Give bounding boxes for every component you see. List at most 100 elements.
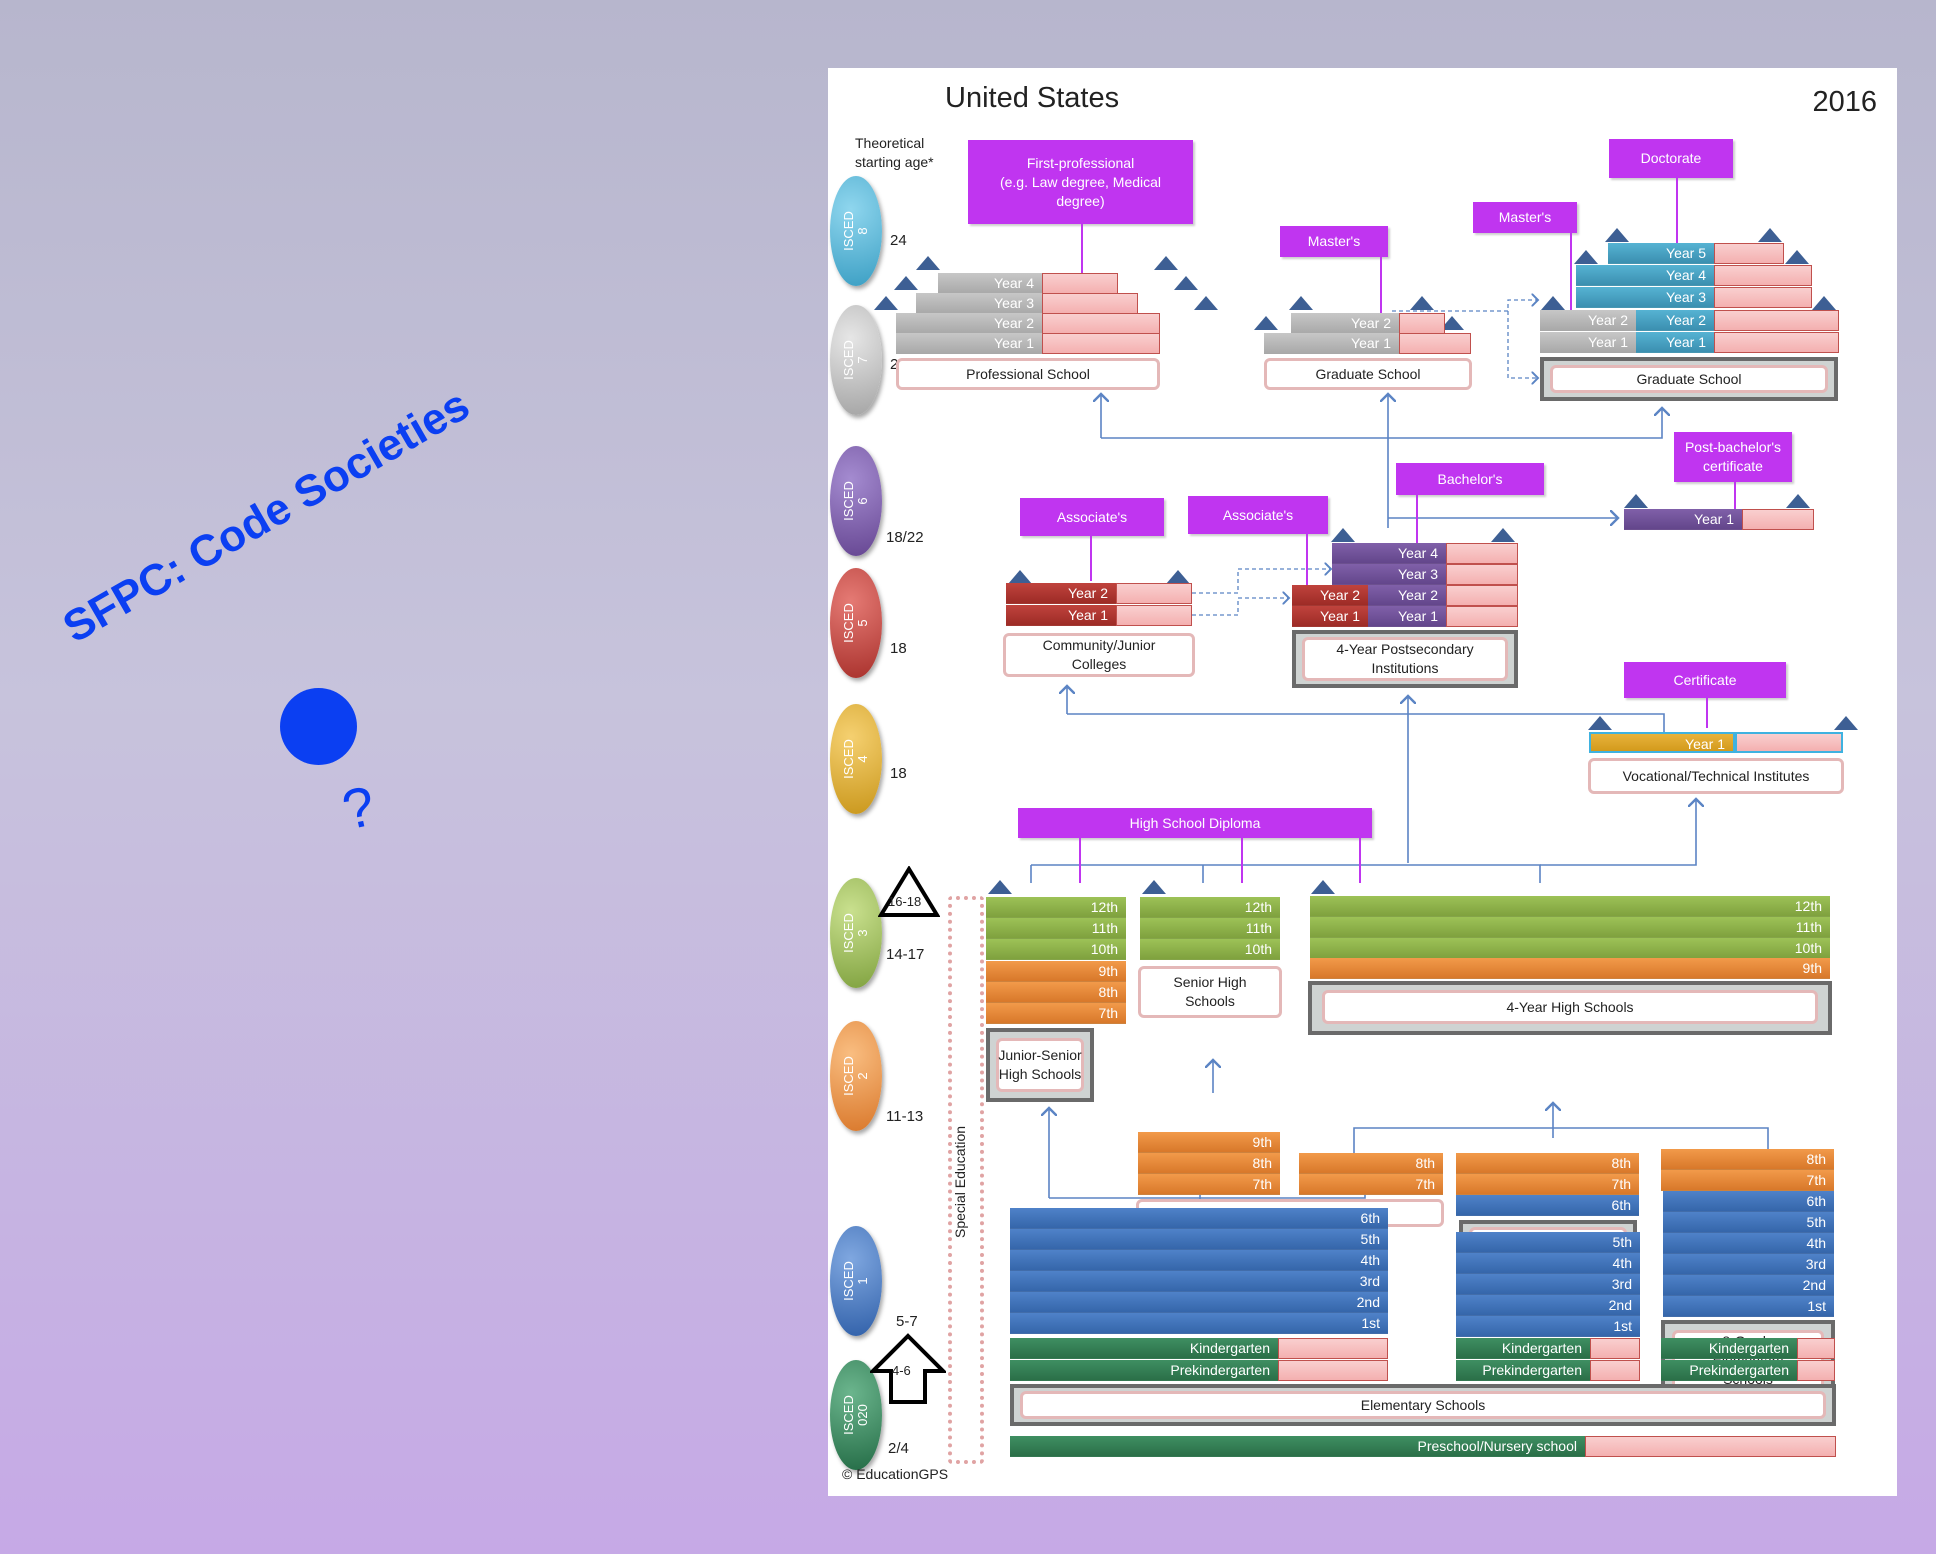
prof-year-1: Year 1	[896, 333, 1042, 354]
ms-grade-6: 6th	[1456, 1195, 1639, 1216]
duration-bar	[1590, 1338, 1640, 1359]
preschool-bar: Preschool/Nursery school	[1010, 1436, 1585, 1457]
doctorate-year-5: Year 5	[1608, 243, 1714, 264]
duration-bar	[1797, 1360, 1835, 1381]
8g-grade-1: 1st	[1663, 1296, 1834, 1317]
isced-2-badge: ISCED 2	[830, 1021, 882, 1131]
age-isced-8: 24	[890, 232, 907, 249]
professional-school: Professional School	[896, 358, 1160, 390]
triangle-icon	[1166, 570, 1190, 584]
triangle-icon	[1331, 528, 1355, 542]
4yhs-grade-9: 9th	[1310, 958, 1830, 979]
duration-bar	[1446, 564, 1518, 585]
copyright: © EducationGPS	[842, 1466, 949, 1482]
triangle-icon	[894, 276, 918, 290]
connector	[1676, 178, 1678, 253]
junior-senior-high-schools: Junior-Senior High Schools	[996, 1038, 1084, 1092]
degree-bachelors: Bachelor's	[1396, 463, 1544, 495]
triangle-icon	[1785, 250, 1809, 264]
connector	[1706, 698, 1708, 728]
age-isced-6: 18/22	[886, 529, 924, 546]
degree-first-professional: First-professional (e.g. Law degree, Med…	[968, 140, 1193, 224]
bachelor-year-4: Year 4	[1332, 543, 1446, 564]
transfer-year-1: Year 1	[1292, 606, 1368, 627]
senior-high-schools: Senior High Schools	[1138, 966, 1282, 1018]
8g-grade-8: 8th	[1661, 1149, 1834, 1170]
elem5-grade-3: 3rd	[1456, 1274, 1640, 1295]
age-isced-5: 18	[890, 640, 907, 657]
duration-bar	[1714, 243, 1784, 264]
triangle-icon	[1174, 276, 1198, 290]
doctorate-year-2: Year 2	[1636, 310, 1714, 331]
age-isced-2: 11-13	[886, 1108, 924, 1125]
duration-bar	[1714, 310, 1839, 331]
k-c: Kindergarten	[1661, 1338, 1797, 1359]
duration-bar	[1446, 606, 1518, 627]
duration-bar	[1797, 1338, 1835, 1359]
triangle-icon	[916, 256, 940, 270]
duration-bar	[1714, 332, 1839, 353]
ms-grade-8: 8th	[1456, 1153, 1639, 1174]
isced-8-badge: ISCED 8	[830, 176, 882, 286]
shs-grade-10: 10th	[1140, 939, 1280, 960]
elem-grade-5: 5th	[1010, 1229, 1388, 1250]
shs-grade-12: 12th	[1140, 897, 1280, 918]
isced-4-badge: ISCED 4	[830, 704, 882, 814]
year-label: 2016	[1812, 86, 1877, 118]
degree-post-bachelors: Post-bachelor's certificate	[1674, 432, 1792, 482]
duration-bar	[1042, 333, 1160, 354]
duration-bar	[1399, 333, 1471, 354]
bachelor-year-2: Year 2	[1368, 585, 1446, 606]
age-isced-020: 2/4	[888, 1440, 909, 1457]
age-isced-4: 18	[890, 765, 907, 782]
age-isced-3: 14-17	[886, 946, 925, 963]
jsh-grade-10: 10th	[986, 939, 1126, 960]
question-mark: ?	[336, 773, 381, 842]
isced-7-badge: ISCED 7	[830, 305, 882, 415]
compulsory-start-age: 4-6	[892, 1363, 911, 1378]
jsh-grade-8: 8th	[986, 982, 1126, 1003]
isced-5-badge: ISCED 5	[830, 568, 882, 678]
four-year-postsecondary: 4-Year Postsecondary Institutions	[1302, 637, 1508, 681]
degree-high-school-diploma: High School Diploma	[1018, 808, 1372, 838]
triangle-icon	[1142, 880, 1166, 894]
duration-bar	[1042, 293, 1138, 314]
duration-bar	[1399, 313, 1445, 334]
triangle-icon	[1491, 528, 1515, 542]
triangle-icon	[1605, 228, 1629, 242]
triangle-icon	[1541, 296, 1565, 310]
duration-bar	[1042, 273, 1118, 294]
duration-bar	[1446, 585, 1518, 606]
triangle-icon	[1624, 494, 1648, 508]
triangle-icon	[1574, 250, 1598, 264]
connector	[1079, 838, 1081, 883]
duration-bar	[1116, 583, 1192, 604]
grad-a-year-1: Year 1	[1264, 333, 1399, 354]
prof-year-3: Year 3	[916, 293, 1042, 314]
4yhs-grade-10: 10th	[1310, 938, 1830, 959]
jsh-grade-12: 12th	[986, 897, 1126, 918]
elem-grade-2: 2nd	[1010, 1292, 1388, 1313]
duration-bar	[1585, 1436, 1836, 1457]
triangle-icon	[1758, 228, 1782, 242]
jsh-grade-11: 11th	[986, 918, 1126, 939]
elem-grade-1: 1st	[1010, 1313, 1388, 1334]
age-isced-1: 5-7	[896, 1313, 918, 1330]
triangle-icon	[1786, 494, 1810, 508]
grad-a-year-2: Year 2	[1291, 313, 1399, 334]
k-a: Kindergarten	[1010, 1338, 1278, 1359]
elem5-grade-4: 4th	[1456, 1253, 1640, 1274]
8g-grade-6: 6th	[1663, 1191, 1834, 1212]
duration-bar	[1590, 1360, 1640, 1381]
triangle-icon	[1812, 296, 1836, 310]
bachelor-year-1: Year 1	[1368, 606, 1446, 627]
8g-grade-7: 7th	[1661, 1170, 1834, 1191]
grad-b-masters-year-1: Year 1	[1540, 332, 1636, 353]
pk-a: Prekindergarten	[1010, 1360, 1278, 1381]
elem-grade-3: 3rd	[1010, 1271, 1388, 1292]
8g-grade-4: 4th	[1663, 1233, 1834, 1254]
overlay-title: SFPC: Code Societies	[55, 380, 478, 653]
doctorate-year-3: Year 3	[1576, 287, 1714, 308]
duration-bar	[1116, 605, 1192, 626]
transfer-year-2: Year 2	[1292, 585, 1368, 606]
